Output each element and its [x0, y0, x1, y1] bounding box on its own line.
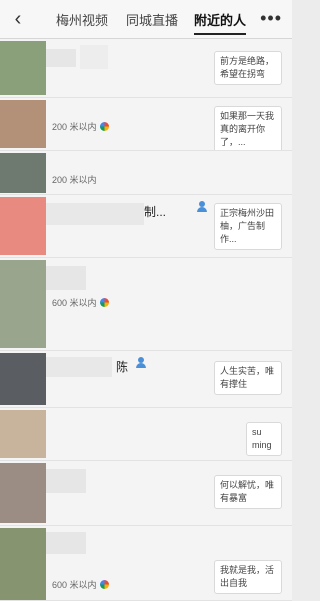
avatar	[0, 410, 46, 458]
blurred-content	[46, 49, 76, 67]
signature-bubble: 人生实苦，唯有撑住	[214, 361, 282, 395]
chevron-left-icon[interactable]: ‹	[8, 8, 28, 30]
avatar	[0, 153, 46, 193]
list-item[interactable]: 制... 正宗梅州沙田柚，广告制作...	[0, 195, 292, 258]
blurred-content	[80, 45, 108, 69]
top-navigation-bar: ‹ 梅州视频 同城直播 附近的人 •••	[0, 0, 292, 39]
user-name: 陈	[116, 360, 129, 374]
avatar	[0, 41, 46, 95]
list-item[interactable]: 600 米以内	[0, 258, 292, 351]
signature-bubble: 何以解忧，唯有暴富	[214, 475, 282, 509]
avatar	[0, 197, 46, 255]
distance-label: 600 米以内	[52, 578, 109, 591]
active-tab-indicator	[194, 33, 246, 35]
list-item[interactable]: su ming	[0, 408, 292, 461]
person-icon	[197, 201, 207, 212]
more-dots-icon[interactable]: •••	[260, 8, 282, 29]
signature-bubble: 前方是绝路，希望在拐弯	[214, 51, 282, 85]
blurred-content	[46, 469, 86, 493]
tab-bar: 梅州视频 同城直播 附近的人	[56, 0, 246, 38]
list-item[interactable]: 600 米以内 我就是我，活出自我	[0, 526, 292, 601]
user-name: 制...	[144, 205, 167, 219]
avatar	[0, 100, 46, 148]
distance-label: 200 米以内	[52, 120, 109, 133]
distance-label: 600 米以内	[52, 296, 109, 309]
blurred-content	[46, 532, 86, 554]
tab-meizhou-video[interactable]: 梅州视频	[56, 10, 108, 29]
blurred-content	[46, 266, 86, 290]
tab-nearby-people[interactable]: 附近的人	[194, 10, 246, 29]
list-item[interactable]: 200 米以内 如果那一天我真的离开你了，...	[0, 98, 292, 151]
list-item[interactable]: 前方是绝路，希望在拐弯	[0, 39, 292, 98]
person-icon	[136, 357, 146, 368]
avatar	[0, 528, 46, 600]
avatar	[0, 463, 46, 523]
distance-label: 200 米以内	[52, 175, 97, 185]
blurred-content	[46, 357, 112, 377]
location-wheel-icon	[99, 298, 109, 307]
list-item[interactable]: 200 米以内	[0, 151, 292, 195]
avatar	[0, 353, 46, 405]
signature-bubble: 我就是我，活出自我	[214, 560, 282, 594]
signature-bubble: su ming	[246, 422, 282, 456]
tab-local-live[interactable]: 同城直播	[126, 10, 178, 29]
nearby-feed: 前方是绝路，希望在拐弯 200 米以内 如果那一天我真的离开你了，... 200…	[0, 39, 292, 601]
list-item[interactable]: 陈 人生实苦，唯有撑住	[0, 351, 292, 408]
signature-bubble: 如果那一天我真的离开你了，...	[214, 106, 282, 150]
list-item[interactable]: 何以解忧，唯有暴富	[0, 461, 292, 526]
blurred-content	[46, 203, 144, 225]
avatar	[0, 260, 46, 348]
location-wheel-icon	[99, 580, 109, 589]
location-wheel-icon	[99, 122, 109, 131]
signature-bubble: 正宗梅州沙田柚，广告制作...	[214, 203, 282, 250]
